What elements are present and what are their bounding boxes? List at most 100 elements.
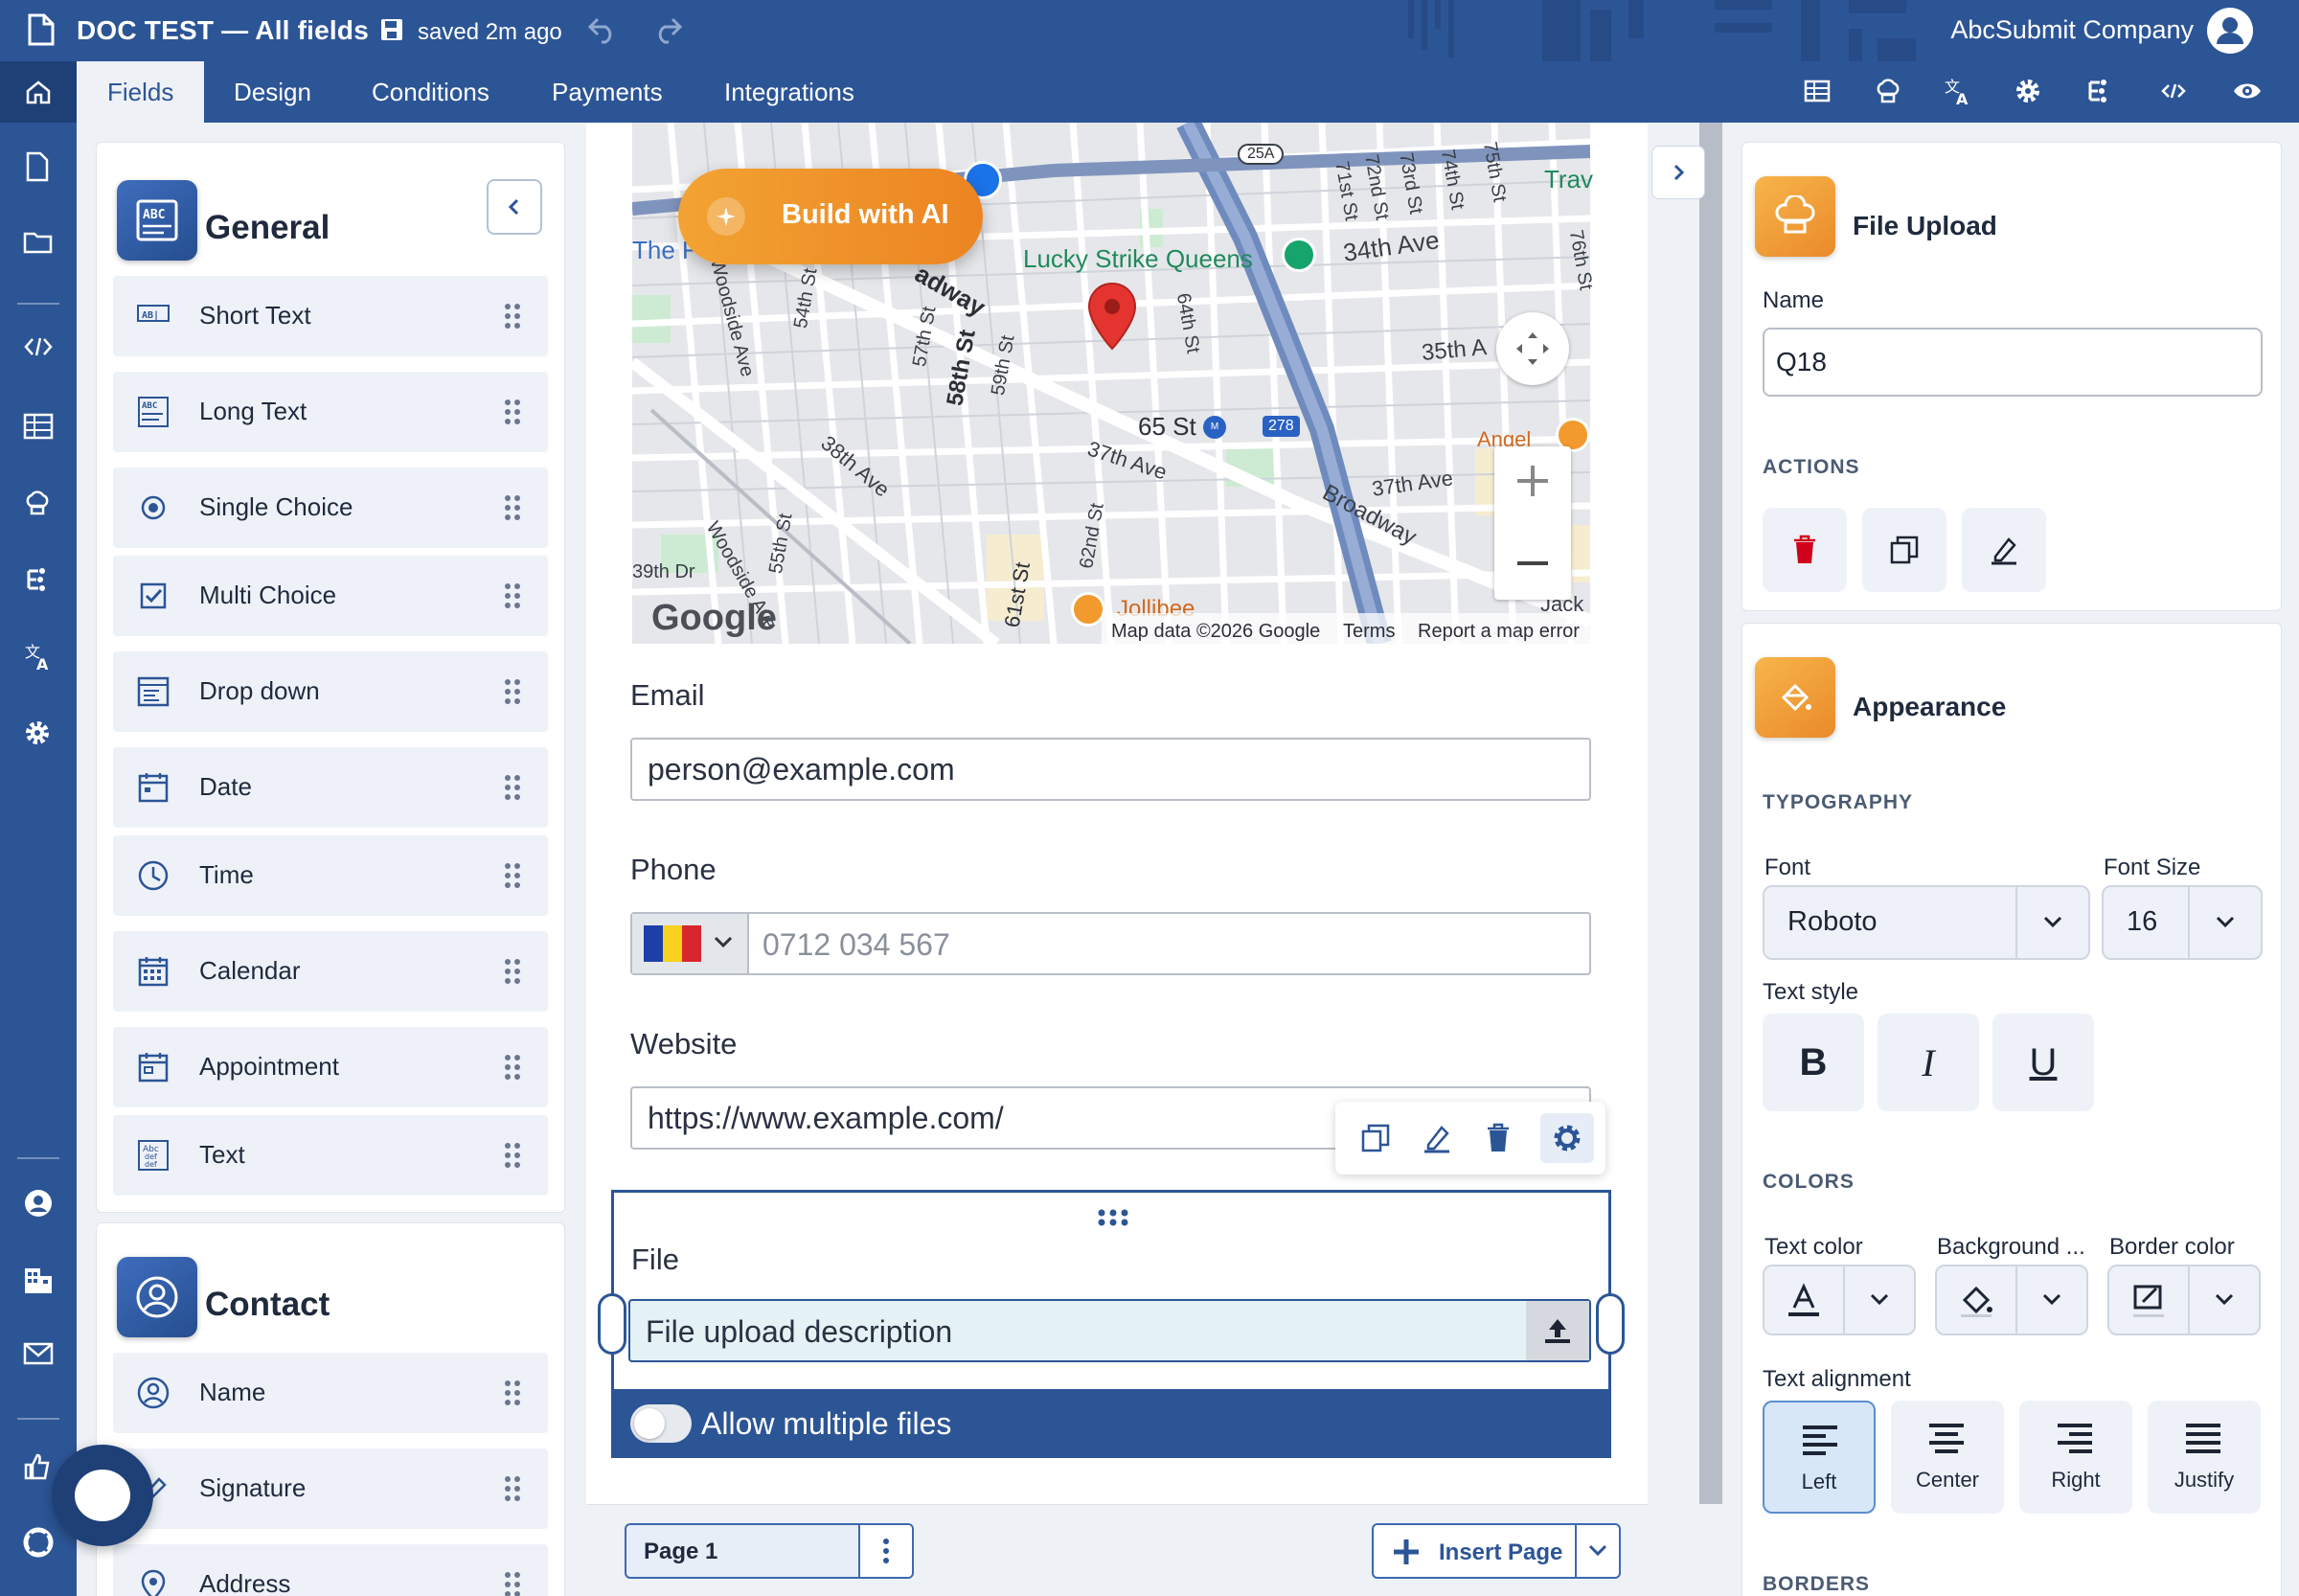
trash-icon[interactable]	[1471, 1113, 1525, 1163]
page-icon[interactable]	[23, 151, 52, 182]
zoom-in-icon[interactable]	[1514, 462, 1552, 500]
name-input[interactable]: Q18	[1763, 328, 2263, 397]
font-size-select[interactable]: 16	[2102, 885, 2263, 960]
delete-field-button[interactable]	[1763, 508, 1847, 592]
drag-handle-icon[interactable]	[504, 774, 521, 801]
zoom-out-icon[interactable]	[1514, 544, 1552, 582]
settings-icon[interactable]	[2014, 77, 2042, 105]
text-color-picker[interactable]	[1763, 1265, 1916, 1335]
field-item-appointment[interactable]: Appointment	[113, 1027, 548, 1107]
chat-support-button[interactable]	[52, 1445, 153, 1546]
page-tab[interactable]: Page 1	[625, 1523, 914, 1579]
tab-fields[interactable]: Fields	[77, 61, 205, 123]
map-report-link[interactable]: Report a map error	[1418, 621, 1580, 643]
field-settings-icon[interactable]	[1540, 1113, 1594, 1163]
chef-hat-icon[interactable]	[23, 489, 52, 517]
preview-eye-icon[interactable]	[2232, 77, 2263, 105]
phone-field[interactable]: 0712 034 567	[630, 912, 1591, 975]
field-item-drop-down[interactable]: Drop down	[113, 651, 548, 732]
drag-handle-icon[interactable]	[1097, 1208, 1129, 1227]
field-item-multi-choice[interactable]: Multi Choice	[113, 556, 548, 636]
drag-handle-icon[interactable]	[504, 303, 521, 330]
font-select[interactable]: Roboto	[1763, 885, 2090, 960]
bold-button[interactable]: B	[1763, 1014, 1864, 1111]
tab-design[interactable]: Design	[203, 61, 342, 123]
border-color-picker[interactable]	[2107, 1265, 2261, 1335]
insert-page-button[interactable]: Insert Page	[1372, 1523, 1621, 1579]
underline-button[interactable]: U	[1992, 1014, 2094, 1111]
duplicate-icon[interactable]	[1349, 1113, 1402, 1163]
undo-icon[interactable]	[586, 15, 619, 44]
insert-page-dropdown[interactable]	[1575, 1525, 1619, 1577]
resize-handle-right[interactable]	[1596, 1293, 1625, 1355]
drag-handle-icon[interactable]	[504, 1054, 521, 1081]
field-item-text[interactable]: Abc def def Text	[113, 1115, 548, 1196]
align-left-button[interactable]: Left	[1763, 1401, 1876, 1514]
drag-handle-icon[interactable]	[504, 958, 521, 985]
field-item-time[interactable]: Time	[113, 835, 548, 916]
map-pin-icon[interactable]	[1086, 282, 1138, 351]
redo-icon[interactable]	[651, 15, 684, 44]
home-button[interactable]	[0, 61, 77, 123]
settings-icon[interactable]	[23, 718, 52, 747]
background-color-picker[interactable]	[1935, 1265, 2088, 1335]
chef-hat-icon[interactable]	[1874, 77, 1902, 105]
duplicate-field-button[interactable]	[1862, 508, 1946, 592]
allow-multiple-toggle[interactable]	[630, 1404, 692, 1443]
field-item-address[interactable]: Address	[113, 1544, 548, 1596]
folder-icon[interactable]	[23, 228, 54, 257]
tab-integrations[interactable]: Integrations	[694, 61, 885, 123]
drag-handle-icon[interactable]	[504, 678, 521, 705]
canvas-scrollbar[interactable]	[1699, 123, 1722, 1504]
field-item-calendar[interactable]: Calendar	[113, 931, 548, 1012]
edit-field-button[interactable]	[1962, 508, 2046, 592]
field-item-single-choice[interactable]: Single Choice	[113, 467, 548, 548]
field-item-date[interactable]: Date	[113, 747, 548, 828]
field-item-long-text[interactable]: ABC Long Text	[113, 372, 548, 452]
page-menu-button[interactable]	[858, 1525, 912, 1577]
field-item-short-text[interactable]: AB| Short Text	[113, 276, 548, 356]
align-right-button[interactable]: Right	[2019, 1401, 2132, 1514]
drag-handle-icon[interactable]	[504, 582, 521, 609]
document-title[interactable]: DOC TEST — All fields	[77, 15, 369, 46]
restaurant-poi-icon[interactable]	[1071, 592, 1105, 627]
map-place-pin-icon[interactable]	[1282, 238, 1316, 272]
field-item-name[interactable]: Name	[113, 1353, 548, 1433]
country-selector[interactable]	[632, 914, 749, 973]
field-item-signature[interactable]: Signature	[113, 1448, 548, 1529]
resize-handle-left[interactable]	[598, 1293, 626, 1355]
collapse-panel-button[interactable]	[487, 179, 542, 235]
drag-handle-icon[interactable]	[504, 862, 521, 889]
edit-icon[interactable]	[1410, 1113, 1464, 1163]
mail-icon[interactable]	[23, 1341, 54, 1366]
drag-handle-icon[interactable]	[504, 1571, 521, 1596]
code-icon[interactable]	[23, 335, 54, 358]
drag-handle-icon[interactable]	[504, 1475, 521, 1502]
italic-button[interactable]: I	[1878, 1014, 1979, 1111]
flow-icon[interactable]	[23, 565, 52, 594]
database-table-icon[interactable]	[23, 412, 54, 441]
build-with-ai-button[interactable]: Build with AI	[678, 169, 983, 264]
table-icon[interactable]	[1803, 77, 1832, 105]
drag-handle-icon[interactable]	[504, 494, 521, 521]
embed-code-icon[interactable]	[2159, 77, 2188, 105]
upload-button[interactable]	[1526, 1301, 1589, 1360]
align-justify-button[interactable]: Justify	[2148, 1401, 2261, 1514]
tab-payments[interactable]: Payments	[521, 61, 694, 123]
email-field[interactable]: person@example.com	[630, 738, 1591, 801]
translate-icon[interactable]: 文A	[1943, 77, 1973, 107]
map-fullscreen-button[interactable]	[1496, 312, 1569, 385]
tab-conditions[interactable]: Conditions	[341, 61, 520, 123]
file-upload-input[interactable]: File upload description	[628, 1299, 1591, 1362]
company-name[interactable]: AbcSubmit Company	[1950, 15, 2194, 45]
align-center-button[interactable]: Center	[1891, 1401, 2004, 1514]
translate-icon[interactable]: 文A	[23, 642, 54, 673]
scrollbar-thumb[interactable]	[1699, 123, 1722, 1504]
map-terms-link[interactable]: Terms	[1343, 621, 1395, 643]
user-avatar-icon[interactable]	[2205, 6, 2255, 56]
flow-icon[interactable]	[2084, 77, 2113, 105]
help-lifebuoy-icon[interactable]	[23, 1527, 54, 1558]
account-icon[interactable]	[23, 1188, 54, 1219]
thumbs-up-icon[interactable]	[23, 1452, 52, 1481]
drag-handle-icon[interactable]	[504, 1142, 521, 1169]
